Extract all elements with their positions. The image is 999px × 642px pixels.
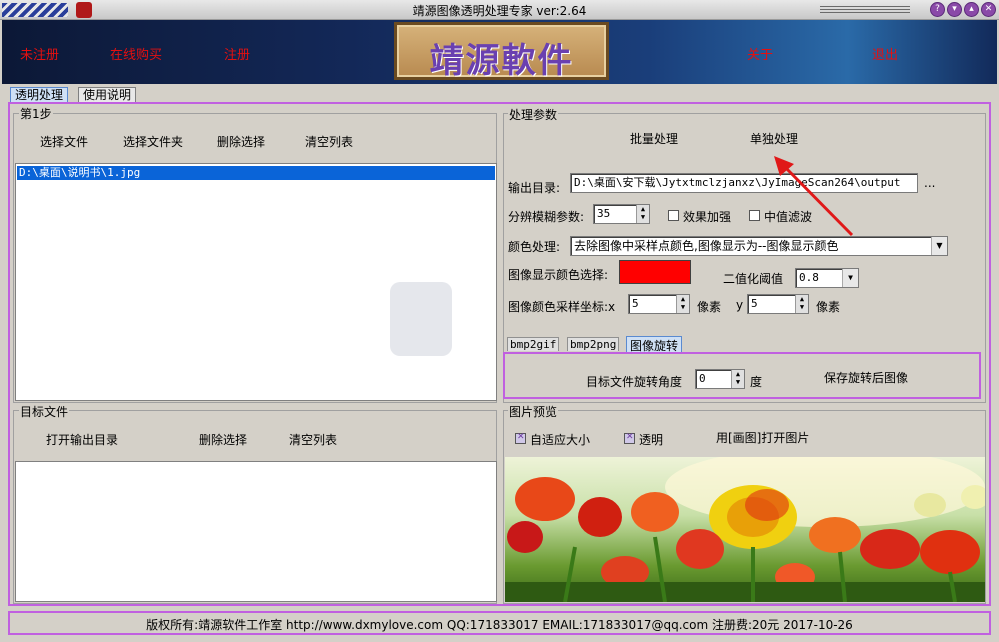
close-icon[interactable]: ✕ <box>981 2 996 17</box>
y-label: y <box>736 298 744 312</box>
transparent-checkbox[interactable] <box>624 432 635 444</box>
rotate-unit: 度 <box>750 375 763 389</box>
spin-arrows-icon[interactable]: ▲ ▼ <box>636 205 649 223</box>
logo: 靖源軟件 <box>394 22 609 81</box>
fit-size-label: 自适应大小 <box>530 433 591 447</box>
logo-text: 靖源軟件 <box>429 41 574 81</box>
transparent-label: 透明 <box>639 433 664 447</box>
pixel-unit-label: 像素 <box>697 300 722 314</box>
batch-mode-button[interactable]: 批量处理 <box>630 130 678 147</box>
fit-size-checkbox[interactable] <box>515 432 526 444</box>
chevron-down-icon[interactable]: ▼ <box>842 269 858 287</box>
enhance-label: 效果加强 <box>683 210 732 224</box>
about-link[interactable]: 关于 <box>747 44 773 63</box>
sample-x-stepper[interactable]: 5 ▲ ▼ <box>628 294 690 314</box>
color-process-select[interactable]: 去除图像中采样点颜色,图像显示为--图像显示颜色 ▼ <box>570 236 948 256</box>
blur-param-label: 分辨模糊参数: <box>508 210 585 224</box>
params-title: 处理参数 <box>508 106 559 123</box>
rotate-panel: 目标文件旋转角度 0 ▲ ▼ 度 保存旋转后图像 <box>503 352 981 399</box>
sample-coord-label: 图像颜色采样坐标:x <box>508 300 616 314</box>
display-color-label: 图像显示颜色选择: <box>508 268 609 282</box>
buy-online-link[interactable]: 在线购买 <box>110 44 162 63</box>
banner: 未注册 在线购买 注册 靖源軟件 关于 退出 <box>2 20 997 84</box>
watermark-shield-icon <box>390 282 452 356</box>
select-folder-button[interactable]: 选择文件夹 <box>123 133 183 150</box>
rotate-angle-label: 目标文件旋转角度 <box>586 375 683 389</box>
browse-button[interactable]: ... <box>924 176 935 190</box>
tab-instructions[interactable]: 使用说明 <box>78 87 137 103</box>
chevron-down-icon[interactable]: ▼ <box>931 237 947 255</box>
save-rotated-button[interactable]: 保存旋转后图像 <box>824 369 908 386</box>
clear-list-button[interactable]: 清空列表 <box>305 133 353 150</box>
open-output-dir-button[interactable]: 打开输出目录 <box>46 431 118 448</box>
enhance-checkbox[interactable] <box>668 210 679 221</box>
title-bar: 靖源图像透明处理专家 ver:2.64 ? ▾ ▴ ✕ <box>0 0 999 20</box>
maximize-icon[interactable]: ▴ <box>964 2 979 17</box>
open-in-paint-button[interactable]: 用[画图]打开图片 <box>716 429 809 446</box>
subtab-bmp2png[interactable]: bmp2png <box>567 337 620 351</box>
target-title: 目标文件 <box>19 403 70 420</box>
delete-selection-button[interactable]: 删除选择 <box>217 133 265 150</box>
target-clear-list-button[interactable]: 清空列表 <box>289 431 337 448</box>
spin-arrows-icon[interactable]: ▲ ▼ <box>676 295 689 313</box>
threshold-select[interactable]: 0.8 ▼ <box>795 268 859 288</box>
register-link[interactable]: 注册 <box>224 44 250 63</box>
select-file-button[interactable]: 选择文件 <box>40 133 88 150</box>
target-delete-selection-button[interactable]: 删除选择 <box>199 431 247 448</box>
display-color-swatch[interactable] <box>619 260 691 284</box>
unregistered-link[interactable]: 未注册 <box>20 44 59 63</box>
rotate-angle-value: 0 <box>699 372 706 385</box>
tulip-image <box>505 457 985 602</box>
list-item[interactable]: D:\桌面\说明书\1.jpg <box>17 166 495 180</box>
annotation-arrow <box>774 156 854 237</box>
output-dir-label: 输出目录: <box>508 181 561 195</box>
spin-arrows-icon[interactable]: ▲ ▼ <box>731 370 744 388</box>
pixel-unit-label-y: 像素 <box>816 300 841 314</box>
sample-y-value: 5 <box>751 297 758 310</box>
color-process-label: 颜色处理: <box>508 240 561 254</box>
footer: 版权所有:靖源软件工作室 http://www.dxmylove.com QQ:… <box>8 611 991 635</box>
blur-param-stepper[interactable]: 35 ▲ ▼ <box>593 204 650 224</box>
tab-transparency[interactable]: 透明处理 <box>10 87 69 103</box>
threshold-value: 0.8 <box>799 271 819 284</box>
single-mode-button[interactable]: 单独处理 <box>750 130 798 147</box>
preview-title: 图片预览 <box>508 403 559 420</box>
sample-y-stepper[interactable]: 5 ▲ ▼ <box>747 294 809 314</box>
minimize-icon[interactable]: ▾ <box>947 2 962 17</box>
copyright-text: 版权所有:靖源软件工作室 http://www.dxmylove.com QQ:… <box>146 618 853 632</box>
rotate-angle-stepper[interactable]: 0 ▲ ▼ <box>695 369 745 389</box>
subtab-bmp2gif[interactable]: bmp2gif <box>507 337 560 351</box>
sample-x-value: 5 <box>632 297 639 310</box>
preview-image <box>505 457 985 602</box>
target-file-list[interactable] <box>15 461 497 602</box>
spin-arrows-icon[interactable]: ▲ ▼ <box>795 295 808 313</box>
step1-title: 第1步 <box>19 105 53 122</box>
title-bar-decoration-right <box>820 6 910 14</box>
threshold-label: 二值化阈值 <box>723 272 784 286</box>
blur-param-value: 35 <box>597 207 611 220</box>
help-icon[interactable]: ? <box>930 2 945 17</box>
median-filter-checkbox[interactable] <box>749 210 760 221</box>
exit-link[interactable]: 退出 <box>872 44 898 63</box>
